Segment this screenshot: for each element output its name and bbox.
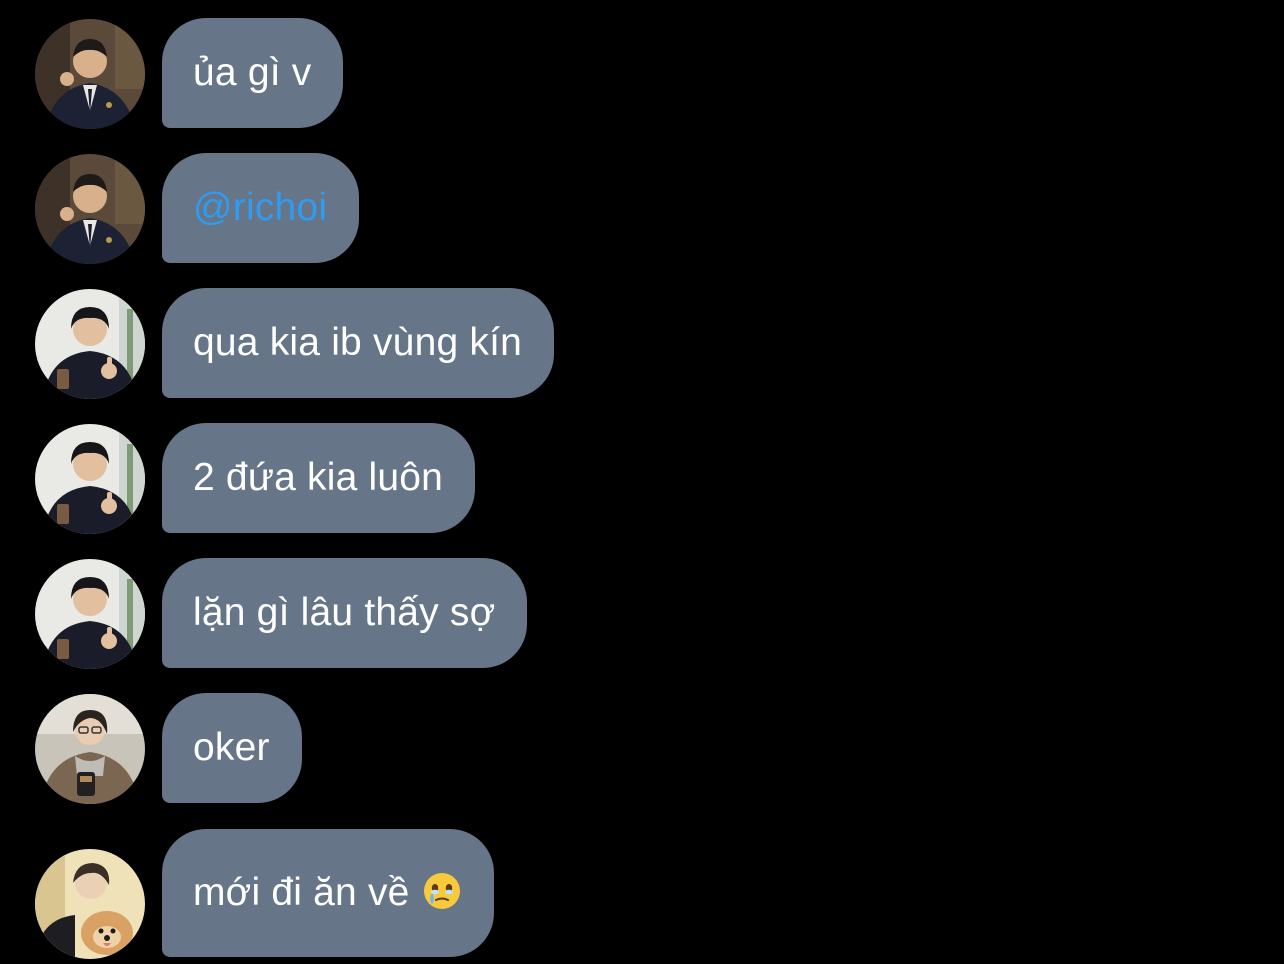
message-bubble[interactable]: ủa gì v [162,18,344,128]
mention-link[interactable]: @richoi [193,186,327,230]
message-row: lặn gì lâu thấy sợ [0,558,1284,670]
man-thumbs-up-avatar [35,424,145,534]
message-row: ủa gì v [0,18,1284,130]
avatar[interactable] [35,19,145,129]
avatar[interactable] [35,694,145,804]
message-bubble[interactable]: oker [162,693,302,803]
message-bubble[interactable]: lặn gì lâu thấy sợ [162,558,528,668]
avatar[interactable] [35,154,145,264]
man-thumbs-up-avatar [35,289,145,399]
message-text: ủa gì v [193,51,312,94]
man-in-blazer-avatar [35,154,145,264]
man-thumbs-up-avatar [35,559,145,669]
message-row: @richoi [0,153,1284,265]
person-with-glasses-avatar [35,694,145,804]
message-text: lặn gì lâu thấy sợ [193,591,496,634]
message-row: mới đi ăn về [0,829,1284,959]
message-bubble[interactable]: qua kia ib vùng kín [162,288,555,398]
message-row: 2 đứa kia luôn [0,423,1284,535]
avatar[interactable] [35,424,145,534]
face-holding-back-tears-emoji [423,873,460,909]
message-text: oker [193,726,270,769]
message-text: qua kia ib vùng kín [193,321,523,364]
avatar[interactable] [35,849,145,959]
message-row: oker [0,693,1284,805]
message-bubble[interactable]: @richoi [162,153,360,263]
avatar[interactable] [35,289,145,399]
man-in-blazer-avatar [35,19,145,129]
message-row: qua kia ib vùng kín [0,288,1284,400]
person-with-dog-avatar [35,849,145,959]
message-text: 2 đứa kia luôn [193,456,444,499]
avatar[interactable] [35,559,145,669]
message-bubble[interactable]: mới đi ăn về [162,829,494,957]
message-text: mới đi ăn về [193,871,410,914]
message-bubble[interactable]: 2 đứa kia luôn [162,423,476,533]
